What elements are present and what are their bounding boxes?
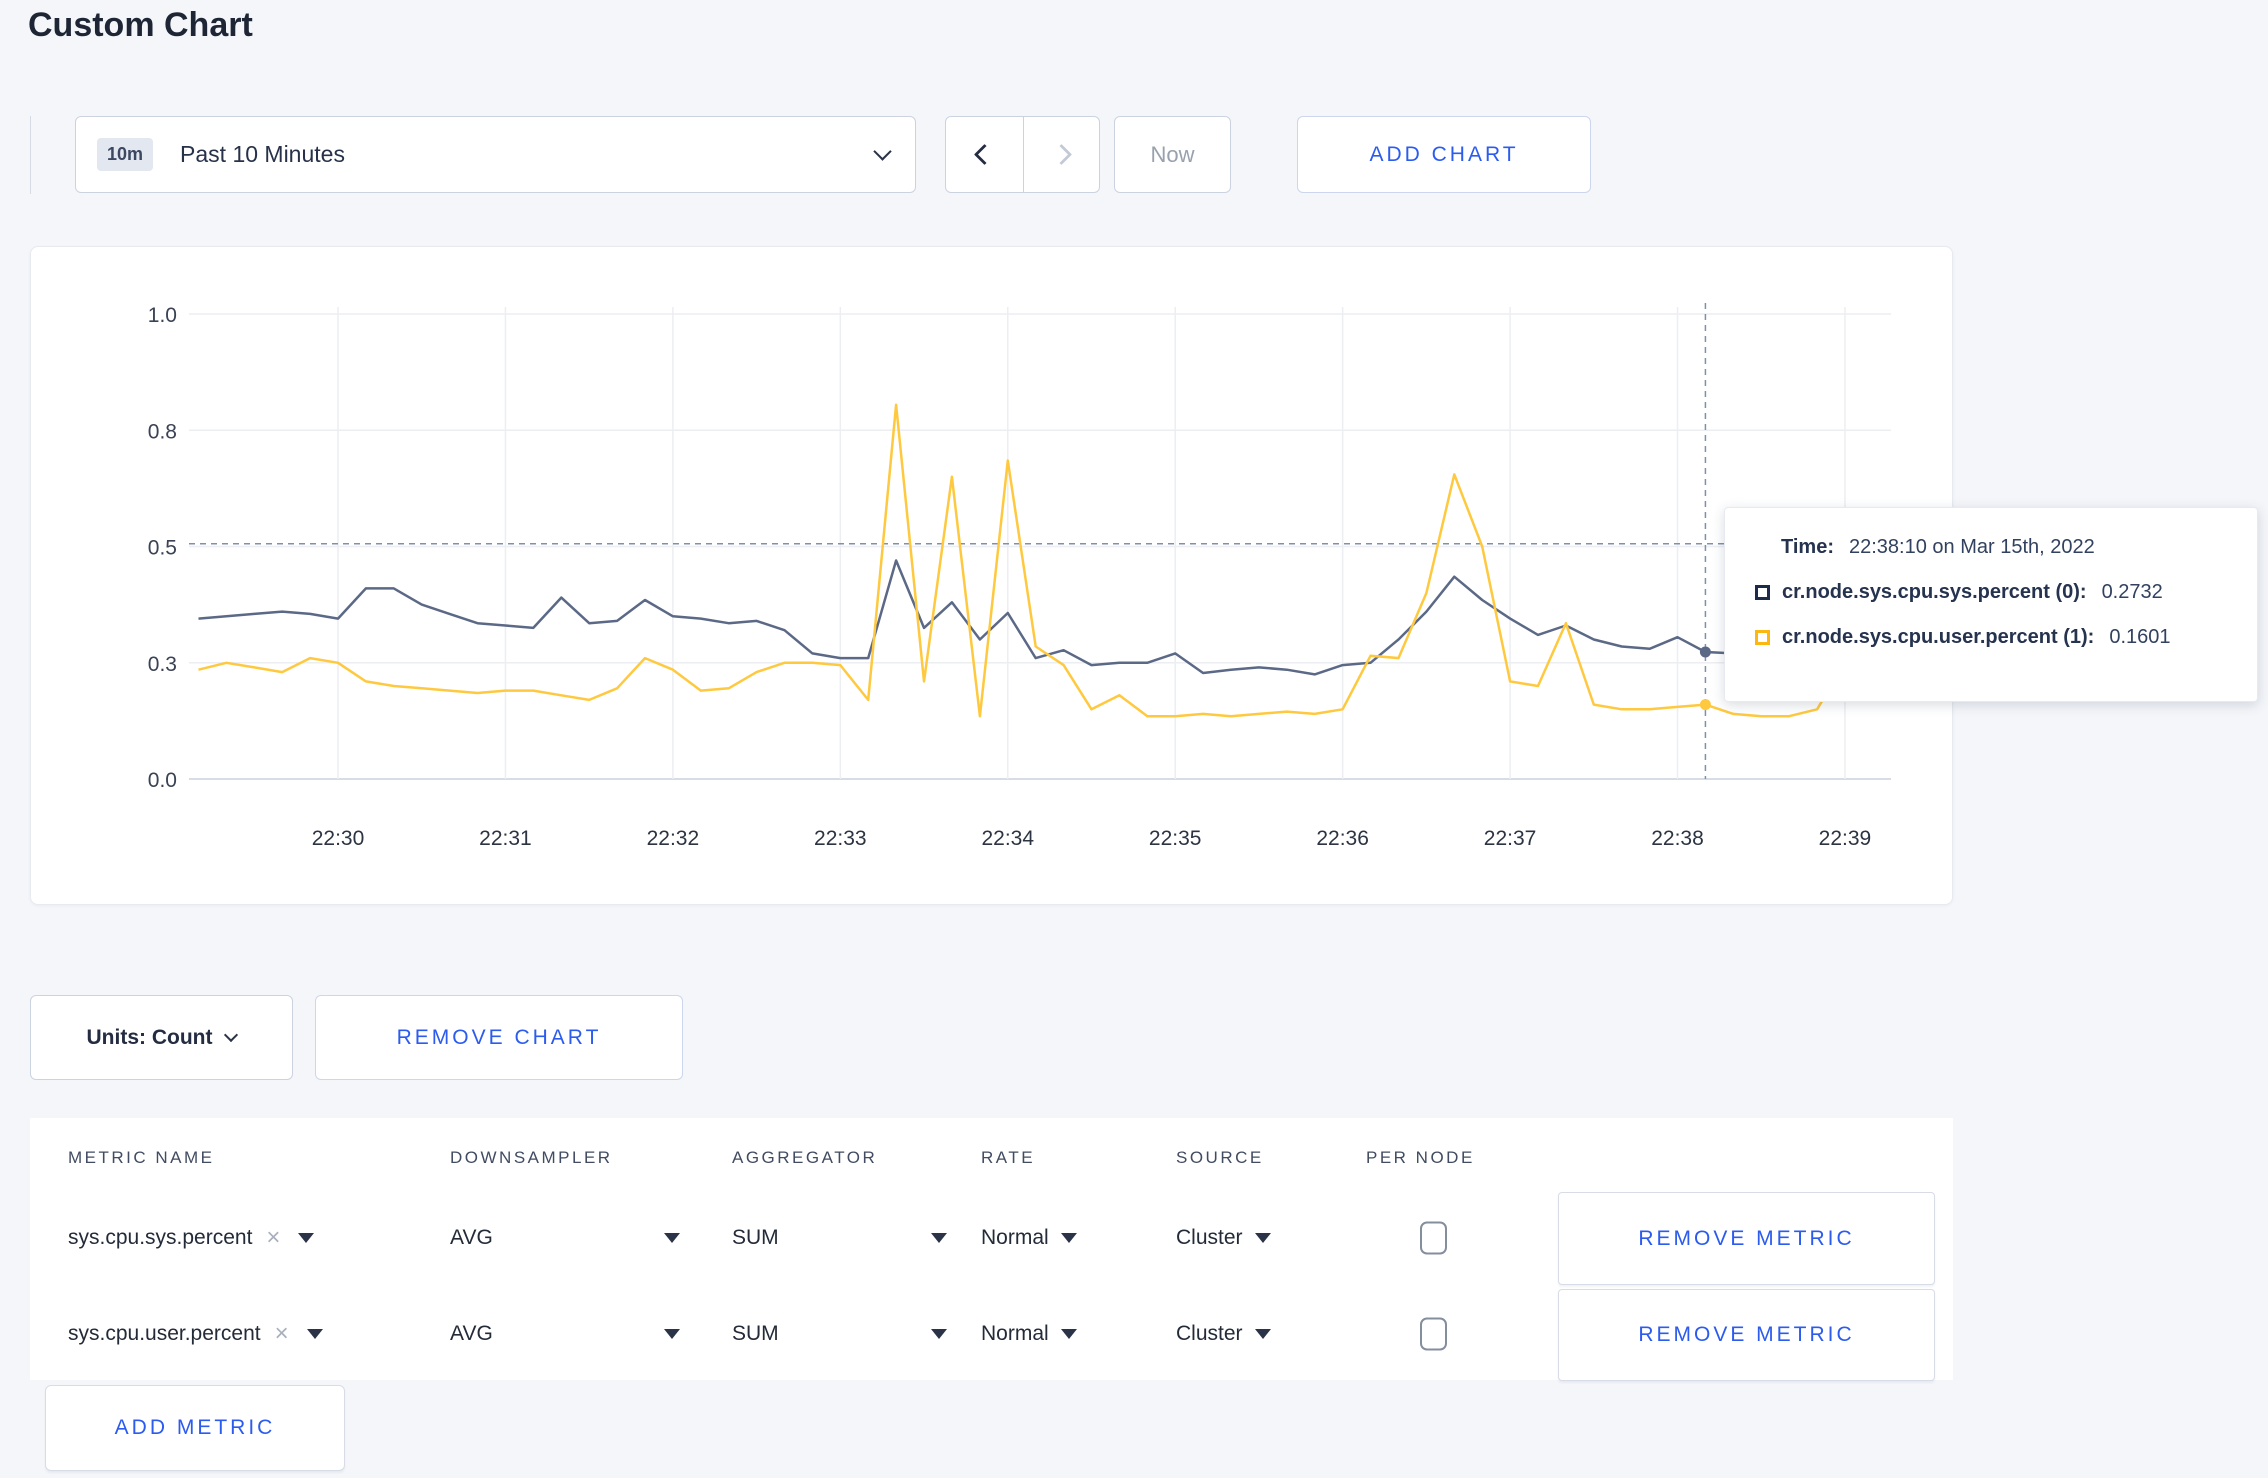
clear-metric-icon[interactable]: × — [275, 1322, 289, 1346]
svg-text:22:30: 22:30 — [312, 827, 365, 850]
header-aggregator: AGGREGATOR — [732, 1148, 878, 1167]
svg-text:0.0: 0.0 — [148, 769, 177, 792]
time-window-label: Past 10 Minutes — [180, 141, 345, 167]
tooltip-series-value: 0.2732 — [2101, 581, 2163, 603]
tooltip-series-label: cr.node.sys.cpu.sys.percent (0): — [1782, 581, 2087, 603]
svg-text:22:35: 22:35 — [1149, 827, 1202, 850]
tooltip-time-value: 22:38:10 on Mar 15th, 2022 — [1848, 536, 2095, 558]
header-per-node: PER NODE — [1366, 1148, 1475, 1167]
chevron-down-icon — [873, 142, 892, 161]
source-select[interactable]: Cluster — [1176, 1226, 1271, 1250]
caret-down-icon — [664, 1329, 680, 1339]
source-select[interactable]: Cluster — [1176, 1322, 1271, 1346]
sys-series-swatch-icon — [1755, 585, 1770, 600]
caret-down-icon — [1254, 1329, 1271, 1339]
remove-metric-button[interactable]: REMOVE METRIC — [1558, 1192, 1935, 1285]
rate-select[interactable]: Normal — [981, 1226, 1077, 1250]
units-dropdown[interactable]: Units: Count — [30, 995, 293, 1080]
rate-value: Normal — [981, 1226, 1049, 1249]
caret-down-icon[interactable] — [298, 1233, 315, 1243]
svg-text:0.5: 0.5 — [148, 537, 177, 560]
caret-down-icon — [664, 1233, 680, 1243]
page-title: Custom Chart — [28, 6, 253, 44]
remove-metric-button[interactable]: REMOVE METRIC — [1558, 1289, 1935, 1381]
svg-text:22:34: 22:34 — [981, 827, 1034, 850]
tooltip-series-label: cr.node.sys.cpu.user.percent (1): — [1782, 626, 2095, 648]
rate-value: Normal — [981, 1322, 1049, 1345]
downsampler-value: AVG — [450, 1226, 493, 1249]
caret-down-icon — [1060, 1233, 1077, 1243]
downsampler-select[interactable]: AVG — [450, 1322, 680, 1346]
rate-select[interactable]: Normal — [981, 1322, 1077, 1346]
chevron-down-icon — [224, 1027, 239, 1043]
aggregator-select[interactable]: SUM — [732, 1322, 947, 1346]
source-value: Cluster — [1176, 1322, 1243, 1345]
chevron-right-icon — [1050, 143, 1072, 166]
chart-tooltip: Time: 22:38:10 on Mar 15th, 2022 cr.node… — [1724, 507, 2258, 702]
source-value: Cluster — [1176, 1226, 1243, 1249]
svg-text:0.3: 0.3 — [148, 653, 177, 676]
hover-point — [1699, 699, 1711, 711]
chevron-left-icon — [973, 143, 995, 166]
add-metric-button[interactable]: ADD METRIC — [45, 1385, 345, 1471]
caret-down-icon — [931, 1329, 947, 1339]
header-rate: RATE — [981, 1148, 1036, 1167]
time-forward-button[interactable] — [1022, 117, 1100, 192]
downsampler-value: AVG — [450, 1322, 493, 1345]
svg-text:22:38: 22:38 — [1651, 827, 1704, 850]
time-back-button[interactable] — [946, 117, 1023, 192]
add-chart-button[interactable]: ADD CHART — [1297, 116, 1591, 193]
caret-down-icon — [1060, 1329, 1077, 1339]
time-window-dropdown[interactable]: 10m Past 10 Minutes — [75, 116, 916, 193]
metric-name-value: sys.cpu.user.percent — [68, 1322, 261, 1345]
series-line — [198, 403, 1902, 718]
tooltip-series-row: cr.node.sys.cpu.user.percent (1): 0.1601 — [1755, 626, 2257, 649]
metric-name-cell: sys.cpu.sys.percent × — [68, 1226, 315, 1250]
header-metric-name: METRIC NAME — [68, 1148, 215, 1167]
toolbar-divider — [30, 116, 31, 194]
downsampler-select[interactable]: AVG — [450, 1226, 680, 1250]
per-node-checkbox[interactable] — [1420, 1221, 1447, 1255]
per-node-cell — [1420, 1221, 1447, 1255]
aggregator-value: SUM — [732, 1322, 779, 1345]
svg-text:22:32: 22:32 — [647, 827, 700, 850]
caret-down-icon — [1254, 1233, 1271, 1243]
svg-text:22:33: 22:33 — [814, 827, 867, 850]
caret-down-icon[interactable] — [306, 1329, 323, 1339]
now-button[interactable]: Now — [1114, 116, 1231, 193]
units-label: Units: Count — [86, 1025, 213, 1049]
timeseries-chart[interactable]: 0.0 0.3 0.5 0.8 1.0 22:30 22:31 22:32 22:33 22:34… — [31, 247, 1954, 906]
metric-name-value: sys.cpu.sys.percent — [68, 1226, 253, 1249]
series-line — [198, 559, 1901, 676]
svg-text:22:37: 22:37 — [1484, 827, 1537, 850]
aggregator-select[interactable]: SUM — [732, 1226, 947, 1250]
chart-panel[interactable]: 0.0 0.3 0.5 0.8 1.0 22:30 22:31 22:32 22:33 22:34… — [30, 246, 1953, 905]
metric-name-cell: sys.cpu.user.percent × — [68, 1322, 323, 1346]
svg-text:1.0: 1.0 — [148, 304, 177, 327]
header-downsampler: DOWNSAMPLER — [450, 1148, 613, 1167]
tooltip-time-label: Time: — [1781, 536, 1834, 558]
clear-metric-icon[interactable]: × — [266, 1226, 280, 1250]
svg-text:22:31: 22:31 — [479, 827, 532, 850]
time-nav-group — [945, 116, 1100, 193]
per-node-cell — [1420, 1317, 1447, 1351]
tooltip-time-row: Time: 22:38:10 on Mar 15th, 2022 — [1755, 536, 2257, 559]
time-window-badge: 10m — [97, 138, 154, 171]
caret-down-icon — [931, 1233, 947, 1243]
aggregator-value: SUM — [732, 1226, 779, 1249]
user-series-swatch-icon — [1755, 630, 1770, 645]
svg-text:0.8: 0.8 — [148, 420, 177, 443]
tooltip-series-row: cr.node.sys.cpu.sys.percent (0): 0.2732 — [1755, 581, 2257, 604]
remove-chart-button[interactable]: REMOVE CHART — [315, 995, 683, 1080]
tooltip-series-value: 0.1601 — [2109, 626, 2171, 648]
per-node-checkbox[interactable] — [1420, 1317, 1447, 1351]
header-source: SOURCE — [1176, 1148, 1264, 1167]
svg-text:22:39: 22:39 — [1819, 827, 1872, 850]
hover-point — [1699, 646, 1711, 658]
svg-text:22:36: 22:36 — [1316, 827, 1369, 850]
